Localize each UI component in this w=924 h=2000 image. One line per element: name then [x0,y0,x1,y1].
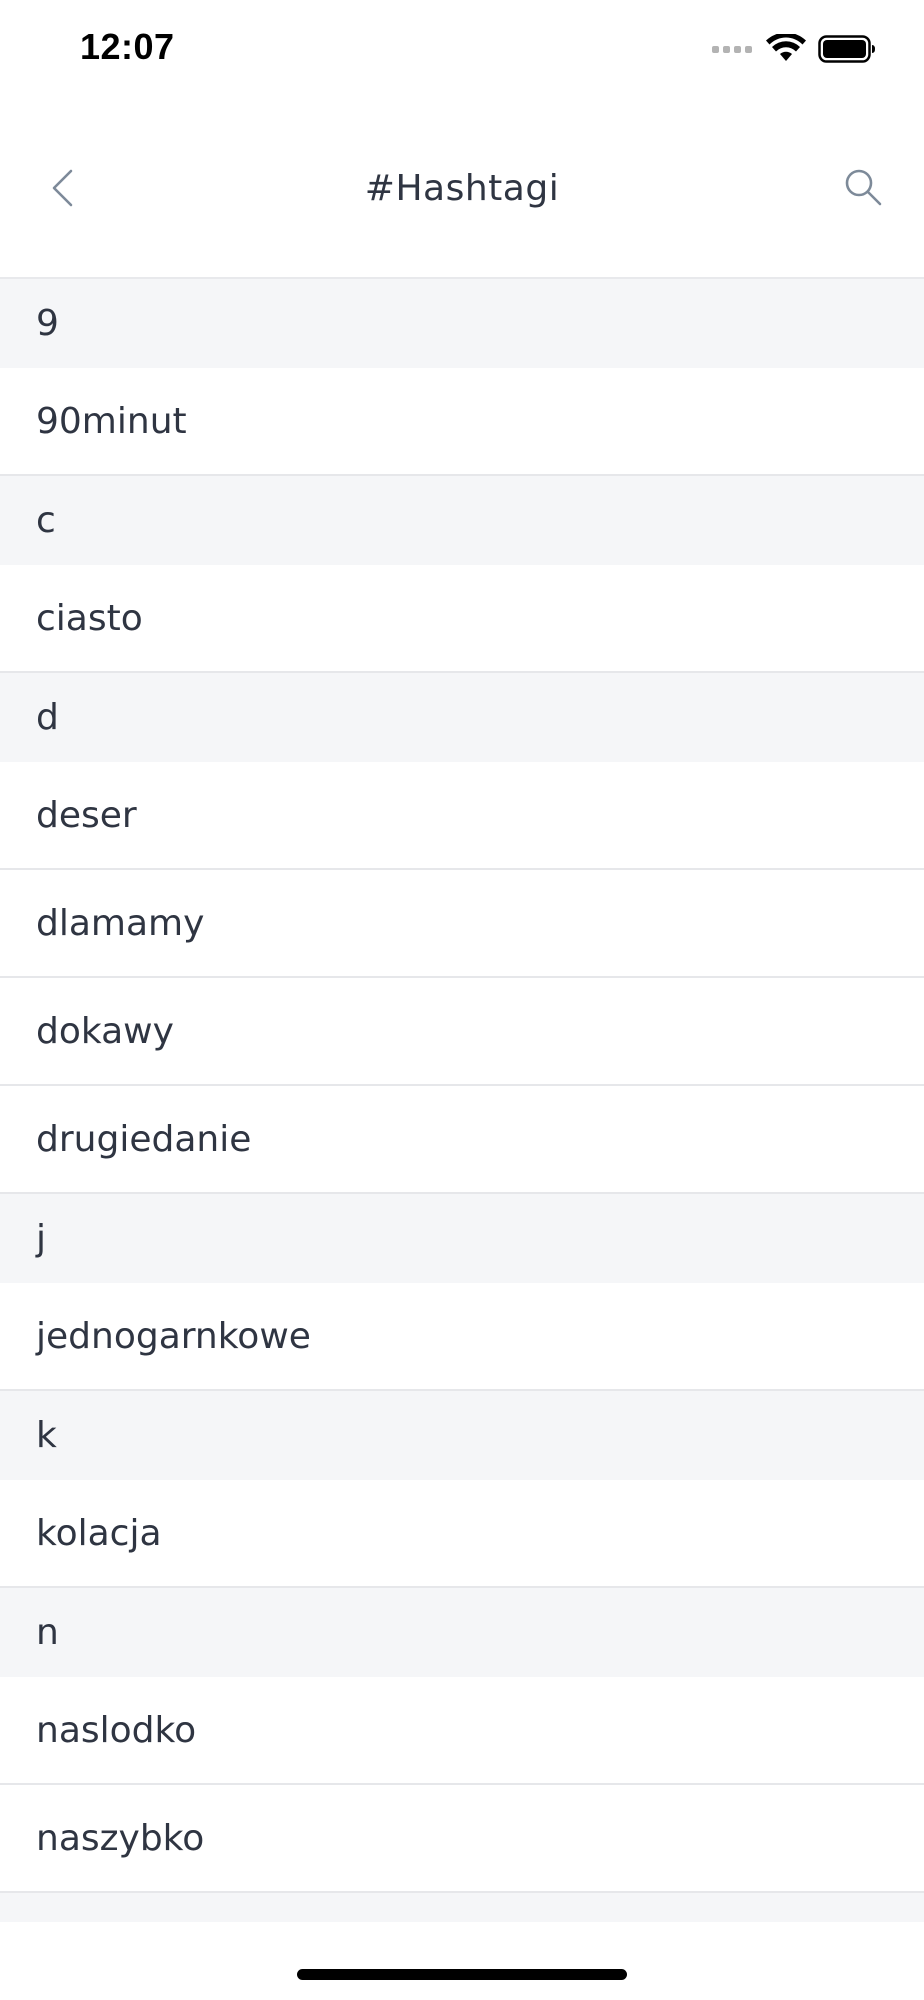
hashtag-label: ciasto [36,597,143,639]
hashtag-label: naslodko [36,1709,197,1751]
section-header: 9 [0,279,924,368]
section-header-label: 9 [36,303,59,344]
hashtag-row[interactable]: dlamamy [0,870,924,978]
hashtag-row[interactable]: deser [0,762,924,870]
hashtag-list: 9 90minut c ciasto d deser dlamamy dokaw… [0,279,924,1982]
hashtag-label: dlamamy [36,902,205,944]
section-header: c [0,476,924,565]
hashtag-row[interactable]: dokawy [0,978,924,1086]
hashtag-label: kolacja [36,1512,162,1554]
section-header-label: k [36,1415,57,1456]
page-title: #Hashtagi [364,168,560,209]
status-bar: 12:07 [0,0,924,100]
battery-icon [818,35,875,63]
wifi-icon [766,34,806,61]
cellular-signal-icon [712,45,752,53]
status-time: 12:07 [80,26,175,67]
home-indicator[interactable] [297,1969,627,1980]
section-header-label: n [36,1612,59,1653]
navigation-bar: #Hashtagi [0,100,924,279]
hashtag-row[interactable]: naszybko [0,1785,924,1893]
hashtag-label: 90minut [36,400,187,442]
hashtag-row[interactable]: naslodko [0,1677,924,1785]
search-button[interactable] [838,162,888,212]
hashtag-label: naszybko [36,1817,205,1859]
section-header-label: c [36,500,56,541]
search-icon [845,169,882,206]
section-header: n [0,1588,924,1677]
hashtag-label: dokawy [36,1010,174,1052]
hashtag-row[interactable]: jednogarnkowe [0,1283,924,1391]
hashtag-row[interactable]: ciasto [0,565,924,673]
hashtag-row[interactable]: drugiedanie [0,1086,924,1194]
section-header-label: j [36,1218,47,1259]
bottom-safe-area [0,1922,924,2000]
section-header: k [0,1391,924,1480]
status-icons [712,34,876,64]
section-header: d [0,673,924,762]
section-header: j [0,1194,924,1283]
hashtag-row[interactable]: kolacja [0,1480,924,1588]
hashtag-row[interactable]: 90minut [0,368,924,476]
hashtag-label: deser [36,794,137,836]
section-header-label: d [36,697,59,738]
hashtag-label: drugiedanie [36,1118,252,1160]
hashtag-label: jednogarnkowe [36,1315,311,1357]
